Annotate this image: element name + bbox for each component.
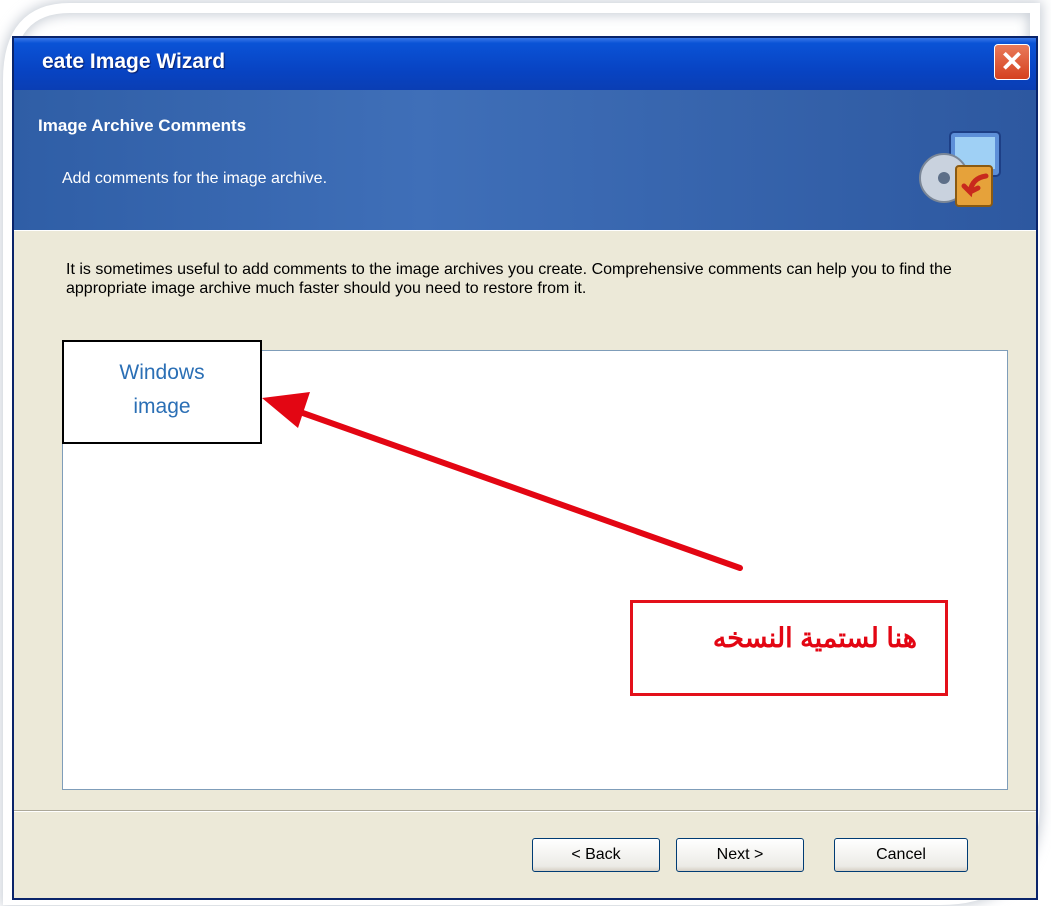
arabic-annotation-text: هنا لستمية النسخه [712, 623, 917, 653]
annotation-arrow [262, 392, 743, 571]
arabic-annotation-box: هنا لستمية النسخه [630, 600, 948, 696]
